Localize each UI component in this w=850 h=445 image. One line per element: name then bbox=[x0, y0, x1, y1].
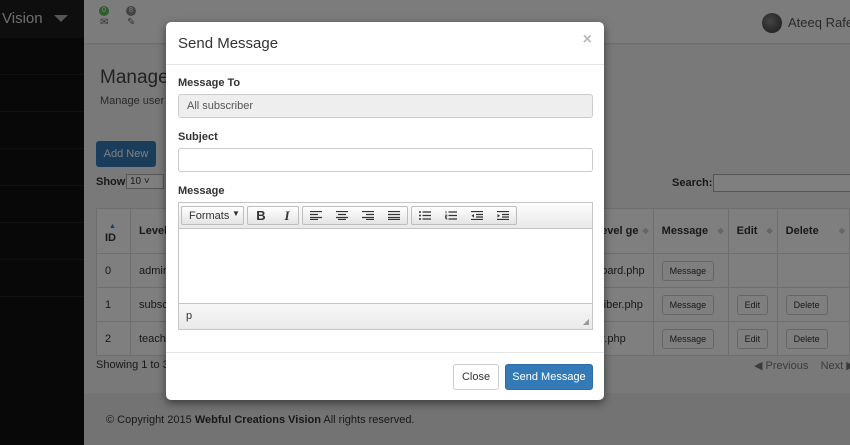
outdent-icon[interactable] bbox=[464, 207, 490, 224]
editor-statusbar: p ◢ bbox=[179, 303, 592, 329]
italic-icon[interactable]: I bbox=[274, 207, 300, 224]
close-icon[interactable]: × bbox=[583, 31, 592, 49]
editor-toolbar: Formats ▼ B I bbox=[179, 203, 592, 229]
align-justify-icon[interactable] bbox=[381, 207, 407, 224]
close-button[interactable]: Close bbox=[453, 364, 499, 390]
caret-down-icon: ▼ bbox=[232, 209, 240, 218]
send-message-button[interactable]: Send Message bbox=[505, 364, 593, 390]
indent-icon[interactable] bbox=[490, 207, 516, 224]
bold-icon[interactable]: B bbox=[248, 207, 274, 224]
editor-content[interactable] bbox=[179, 229, 592, 303]
subject-input[interactable] bbox=[178, 148, 593, 172]
subject-label: Subject bbox=[178, 131, 218, 143]
list-indent-group bbox=[411, 206, 517, 225]
formats-dropdown[interactable]: Formats ▼ bbox=[181, 206, 244, 225]
text-style-group: B I bbox=[247, 206, 299, 225]
formats-label: Formats bbox=[189, 210, 230, 222]
modal-footer: Close Send Message bbox=[166, 352, 604, 400]
bullet-list-icon[interactable] bbox=[412, 207, 438, 224]
message-to-label: Message To bbox=[178, 77, 241, 89]
align-left-icon[interactable] bbox=[303, 207, 329, 224]
rich-text-editor: Formats ▼ B I p ◢ bbox=[178, 202, 593, 330]
align-center-icon[interactable] bbox=[329, 207, 355, 224]
modal-header: Send Message × bbox=[166, 22, 604, 65]
element-path[interactable]: p bbox=[186, 310, 192, 322]
align-right-icon[interactable] bbox=[355, 207, 381, 224]
message-to-field: All subscriber bbox=[178, 94, 593, 118]
send-message-dialog: Send Message × Message To All subscriber… bbox=[166, 22, 604, 400]
resize-handle-icon[interactable]: ◢ bbox=[583, 317, 589, 326]
numbered-list-icon[interactable] bbox=[438, 207, 464, 224]
modal-title: Send Message bbox=[178, 35, 279, 52]
message-label: Message bbox=[178, 185, 225, 197]
alignment-group bbox=[302, 206, 408, 225]
